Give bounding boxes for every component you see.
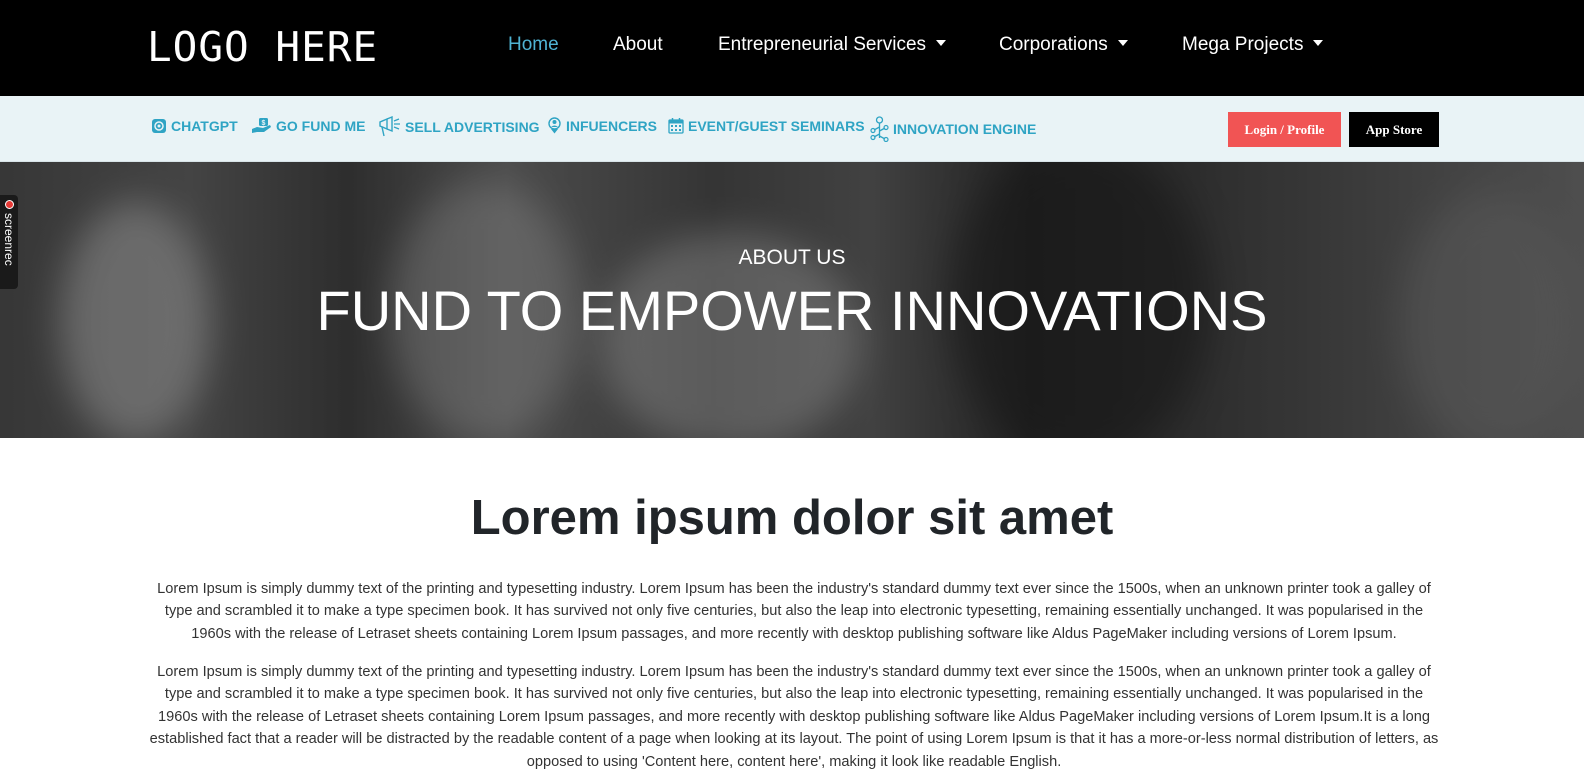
nav-corporations[interactable]: Corporations: [999, 34, 1128, 56]
nav-entrepreneurial-services-label: Entrepreneurial Services: [718, 34, 927, 55]
nav-corporations-label: Corporations: [999, 34, 1108, 55]
hero-title: FUND TO EMPOWER INNOVATIONS: [316, 279, 1268, 342]
screenrec-tab[interactable]: screenrec: [0, 195, 18, 289]
login-profile-button[interactable]: Login / Profile: [1228, 112, 1341, 147]
subnav-sell-advertising[interactable]: SELL ADVERTISING: [378, 116, 540, 138]
content-paragraph-2: Lorem Ipsum is simply dummy text of the …: [149, 664, 1439, 770]
innovation-icon: [870, 116, 889, 142]
chatgpt-icon: [152, 119, 166, 133]
sub-navbar: CHATGPT $ GO FUND ME SELL ADVERTISING IN…: [0, 96, 1584, 162]
content-heading: Lorem ipsum dolor sit amet: [470, 491, 1114, 545]
chevron-down-icon: [1117, 40, 1128, 46]
subnav-sell-advertising-label: SELL ADVERTISING: [405, 119, 540, 135]
record-dot-icon: [5, 200, 14, 209]
advertising-icon: [379, 116, 400, 137]
nav-home[interactable]: Home: [508, 34, 559, 56]
subnav-event-guest-seminars-label: EVENT/GUEST SEMINARS: [688, 117, 865, 134]
subnav-go-fund-me[interactable]: $ GO FUND ME: [251, 117, 365, 135]
site-logo[interactable]: LOGO HERE: [147, 24, 378, 70]
nav-about[interactable]: About: [613, 34, 663, 56]
hero-eyebrow: ABOUT US: [738, 246, 846, 269]
hero-banner: ABOUT US FUND TO EMPOWER INNOVATIONS: [0, 162, 1584, 438]
svg-text:$: $: [262, 120, 266, 127]
subnav-infuencers-label: INFUENCERS: [566, 117, 658, 134]
nav-mega-projects[interactable]: Mega Projects: [1182, 34, 1324, 56]
chevron-down-icon: [936, 40, 947, 46]
subnav-innovation-engine-label: INNOVATION ENGINE: [893, 121, 1037, 137]
subnav-chatgpt-label: CHATGPT: [171, 118, 238, 134]
subnav-chatgpt[interactable]: CHATGPT: [151, 118, 238, 134]
chevron-down-icon: [1313, 40, 1324, 46]
subnav-go-fund-me-label: GO FUND ME: [276, 118, 366, 134]
nav-entrepreneurial-services[interactable]: Entrepreneurial Services: [718, 34, 947, 56]
app-store-button[interactable]: App Store: [1349, 112, 1439, 147]
top-navbar: LOGO HERE Home About Entrepreneurial Ser…: [0, 0, 1584, 96]
content-paragraph-1: Lorem Ipsum is simply dummy text of the …: [157, 581, 1431, 642]
subnav-innovation-engine[interactable]: INNOVATION ENGINE: [870, 116, 1036, 142]
subnav-infuencers[interactable]: INFUENCERS: [547, 117, 657, 134]
money-hand-icon: $: [252, 118, 271, 133]
subnav-event-guest-seminars[interactable]: EVENT/GUEST SEMINARS: [668, 117, 865, 134]
screenrec-label: screenrec: [2, 213, 16, 266]
influencer-icon: [548, 117, 561, 134]
calendar-icon: [668, 118, 684, 134]
nav-mega-projects-label: Mega Projects: [1182, 34, 1304, 55]
